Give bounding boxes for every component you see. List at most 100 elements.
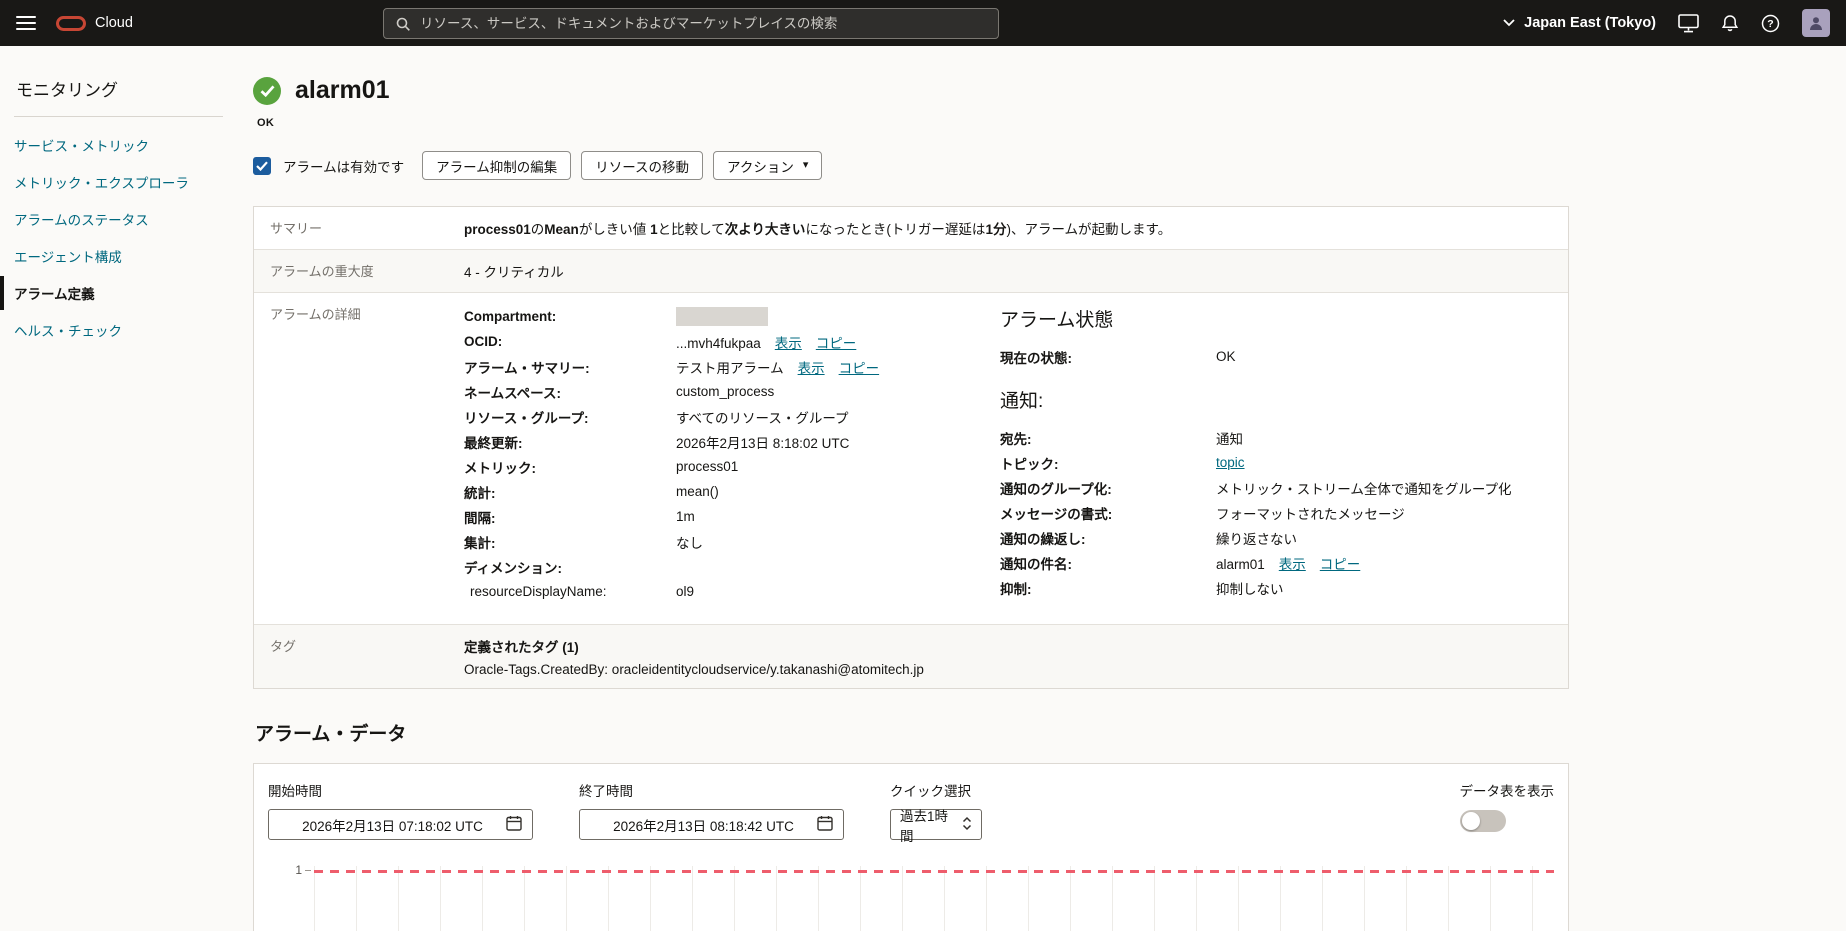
show-data-table-toggle[interactable] bbox=[1459, 810, 1506, 832]
detail-value-text: OK bbox=[1216, 349, 1236, 364]
details-row: アラームの詳細 Compartment: OCID: ...mvh4fukpaa 表示… bbox=[254, 292, 1568, 624]
start-time-value: 2026年2月13日 07:18:02 UTC bbox=[302, 818, 483, 834]
detail-field-value: custom_process bbox=[676, 384, 774, 399]
start-time-input[interactable]: 2026年2月13日 07:18:02 UTC bbox=[268, 809, 533, 840]
select-stepper-icon bbox=[962, 816, 972, 834]
detail-field-label: アラーム・サマリー: bbox=[464, 360, 590, 376]
detail-value-text: process01 bbox=[676, 459, 739, 474]
detail-field-label: ネームスペース: bbox=[464, 385, 561, 401]
details-left-column: Compartment: OCID: ...mvh4fukpaa 表示 コピー アラーム・… bbox=[464, 304, 1000, 604]
detail-field-value: テスト用アラーム 表示 コピー bbox=[676, 357, 879, 377]
y-axis-tick-mark bbox=[305, 870, 311, 871]
detail-field-label: resourceDisplayName: bbox=[470, 584, 607, 599]
search-input[interactable] bbox=[420, 16, 987, 31]
detail-value-text: custom_process bbox=[676, 384, 775, 399]
actions-dropdown-button[interactable]: アクション ▾ bbox=[713, 151, 823, 180]
sidebar-item[interactable]: ヘルス・チェック bbox=[0, 313, 223, 347]
quick-select-dropdown[interactable]: 過去1時間 bbox=[890, 809, 982, 844]
status-badge: OK bbox=[257, 117, 275, 129]
show-link[interactable]: 表示 bbox=[775, 336, 802, 351]
detail-field-value: process01 bbox=[676, 459, 738, 474]
summary-segment: process01 bbox=[464, 222, 531, 237]
detail-field-row: ディメンション: bbox=[464, 554, 1000, 579]
search-icon bbox=[395, 16, 411, 32]
detail-field-label: 通知の件名: bbox=[1000, 556, 1072, 572]
sidebar-item[interactable]: エージェント構成 bbox=[0, 239, 223, 273]
show-link[interactable]: 表示 bbox=[798, 361, 825, 376]
detail-field-label: Compartment: bbox=[464, 309, 557, 324]
sidebar-item[interactable]: アラーム定義 bbox=[0, 276, 223, 310]
oracle-logo-icon bbox=[56, 15, 86, 31]
end-time-input[interactable]: 2026年2月13日 08:18:42 UTC bbox=[579, 809, 844, 840]
quick-select-value: 過去1時間 bbox=[900, 808, 949, 844]
detail-field-row: 通知の件名: alarm01 表示 コピー bbox=[1000, 550, 1552, 575]
sidebar-item[interactable]: メトリック・エクスプローラ bbox=[0, 165, 223, 199]
notifications-bell-icon[interactable] bbox=[1721, 14, 1739, 33]
copy-link[interactable]: コピー bbox=[816, 336, 857, 351]
detail-field-row: 抑制: 抑制しない bbox=[1000, 575, 1552, 600]
detail-value-text: alarm01 bbox=[1216, 556, 1265, 572]
detail-field-row: resourceDisplayName: ol9 bbox=[464, 579, 1000, 604]
summary-segment: がしきい値 bbox=[578, 222, 651, 237]
detail-value-text: メトリック・ストリーム全体で通知をグループ化 bbox=[1216, 481, 1512, 497]
detail-field-row: 通知の繰返し: 繰り返さない bbox=[1000, 525, 1552, 550]
detail-value-text: 2026年2月13日 8:18:02 UTC bbox=[676, 435, 850, 451]
calendar-icon[interactable] bbox=[817, 815, 833, 834]
edit-suppression-button[interactable]: アラーム抑制の編集 bbox=[422, 151, 572, 180]
oracle-cloud-logo[interactable]: Cloud bbox=[56, 15, 133, 31]
y-axis-tick-label: 1 bbox=[295, 863, 302, 877]
detail-value-text: 繰り返さない bbox=[1216, 531, 1297, 547]
sidebar: モニタリング サービス・メトリック メトリック・エクスプローラ アラームのステータス… bbox=[0, 46, 237, 931]
summary-segment: )、アラームが起動します。 bbox=[1006, 222, 1172, 237]
cloud-shell-icon[interactable] bbox=[1678, 13, 1699, 33]
details-section-heading: アラーム状態 bbox=[1000, 310, 1114, 331]
detail-value-text: フォーマットされたメッセージ bbox=[1216, 506, 1405, 522]
sidebar-item[interactable]: サービス・メトリック bbox=[0, 128, 223, 162]
metric-chart: 1 bbox=[295, 863, 1554, 931]
status-ok-check-icon bbox=[253, 76, 281, 105]
detail-value-text: ...mvh4fukpaa bbox=[676, 335, 761, 351]
detail-value-text: テスト用アラーム bbox=[676, 360, 784, 376]
toggle-knob bbox=[1461, 812, 1480, 830]
chart-plot-area bbox=[314, 866, 1554, 931]
details-columns: Compartment: OCID: ...mvh4fukpaa 表示 コピー アラーム・… bbox=[464, 293, 1568, 624]
topic-link[interactable]: topic bbox=[1216, 455, 1245, 470]
sidebar-title: モニタリング bbox=[16, 81, 118, 100]
detail-value-text: 1m bbox=[676, 509, 695, 524]
copy-link[interactable]: コピー bbox=[1320, 557, 1361, 572]
copy-link[interactable]: コピー bbox=[839, 361, 880, 376]
alarm-enabled-checkbox[interactable] bbox=[253, 156, 271, 175]
calendar-icon[interactable] bbox=[506, 815, 522, 834]
detail-value-text: mean() bbox=[676, 484, 719, 499]
detail-field-row: メッセージの書式: フォーマットされたメッセージ bbox=[1000, 500, 1552, 525]
detail-field-value: フォーマットされたメッセージ bbox=[1216, 503, 1405, 523]
redacted-value bbox=[676, 307, 768, 326]
show-link[interactable]: 表示 bbox=[1279, 557, 1306, 572]
help-icon[interactable]: ? bbox=[1761, 14, 1780, 33]
detail-field-label: 抑制: bbox=[1000, 581, 1032, 597]
details-row-label: アラームの詳細 bbox=[270, 307, 361, 322]
detail-field-row: Compartment: bbox=[464, 304, 1000, 329]
detail-field-row: メトリック: process01 bbox=[464, 454, 1000, 479]
region-selector[interactable]: Japan East (Tokyo) bbox=[1503, 15, 1656, 31]
detail-value-text: 抑制しない bbox=[1216, 581, 1284, 597]
end-time-control: 終了時間 2026年2月13日 08:18:42 UTC bbox=[579, 780, 844, 840]
summary-text: process01のMeanがしきい値 1と比較して次より大きいになったとき(ト… bbox=[464, 207, 1568, 249]
detail-field-value: 通知 bbox=[1216, 428, 1243, 448]
move-resource-button[interactable]: リソースの移動 bbox=[581, 151, 704, 180]
global-search[interactable] bbox=[383, 8, 999, 39]
user-avatar[interactable] bbox=[1802, 9, 1830, 37]
caret-down-icon: ▾ bbox=[802, 159, 809, 171]
detail-field-value: OK bbox=[1216, 349, 1236, 364]
sidebar-nav: サービス・メトリック メトリック・エクスプローラ アラームのステータス エージェント構… bbox=[0, 128, 223, 347]
menu-icon[interactable] bbox=[16, 16, 36, 30]
sidebar-item[interactable]: アラームのステータス bbox=[0, 202, 223, 236]
detail-field-value: 抑制しない bbox=[1216, 578, 1284, 598]
show-data-table-label: データ表を表示 bbox=[1459, 784, 1555, 799]
detail-value-text: なし bbox=[676, 535, 703, 551]
alarm-enabled-label: アラームは有効です bbox=[283, 159, 405, 175]
detail-field-value: すべてのリソース・グループ bbox=[676, 407, 849, 427]
detail-field-label: 通知のグループ化: bbox=[1000, 481, 1112, 497]
detail-value-text: 通知 bbox=[1216, 431, 1243, 447]
end-time-label: 終了時間 bbox=[579, 784, 633, 799]
